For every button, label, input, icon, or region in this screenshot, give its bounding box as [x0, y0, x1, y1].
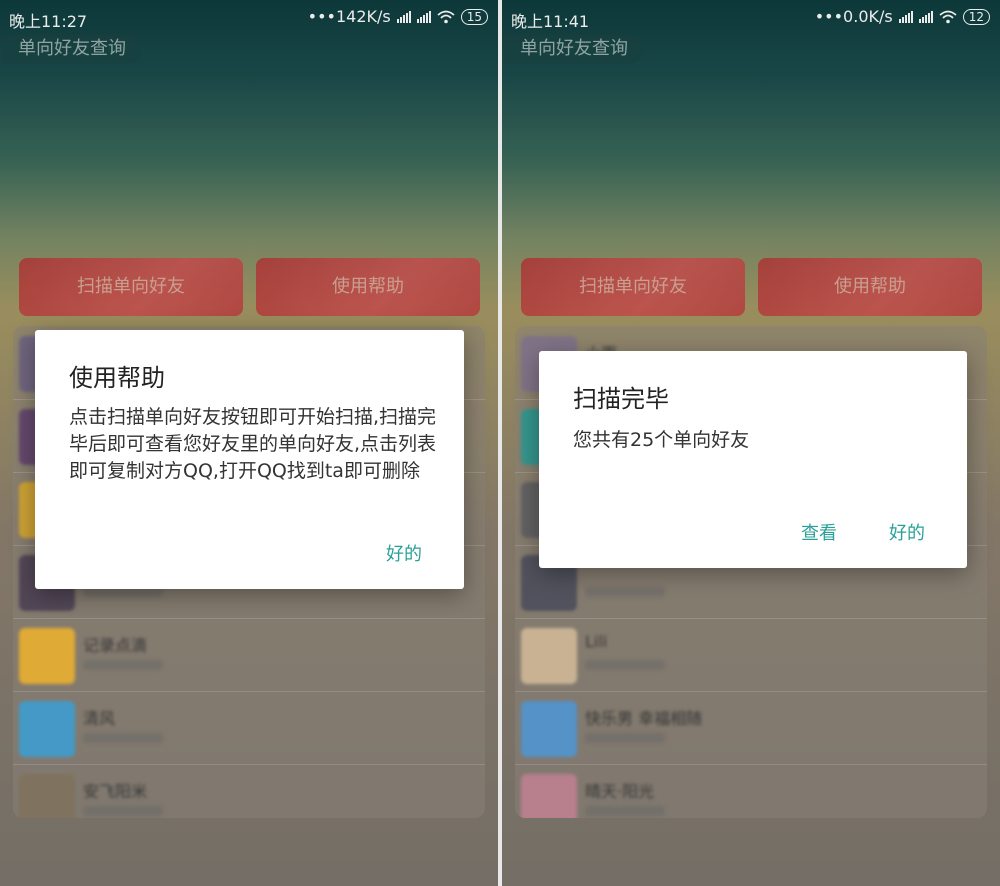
- dialog-title: 使用帮助: [69, 364, 165, 392]
- right-screen: 晚上11:41 •••0.0K/s 12 单向好友查询 扫描单向好友 使用帮助 …: [502, 0, 1000, 886]
- dialog-title: 扫描完毕: [573, 385, 669, 413]
- ok-button[interactable]: 好的: [889, 519, 925, 545]
- ok-button[interactable]: 好的: [386, 540, 422, 566]
- dialog-body: 点击扫描单向好友按钮即可开始扫描,扫描完毕后即可查看您好友里的单向好友,点击列表…: [69, 406, 437, 482]
- help-dialog: 使用帮助 点击扫描单向好友按钮即可开始扫描,扫描完毕后即可查看您好友里的单向好友…: [35, 330, 464, 589]
- view-button[interactable]: 查看: [801, 519, 837, 545]
- left-screen: 晚上11:27 •••142K/s 15 单向好友查询 扫描单向好友 使用帮助 …: [0, 0, 498, 886]
- scan-complete-dialog: 扫描完毕 您共有25个单向好友 查看 好的: [539, 351, 967, 568]
- dialog-body: 您共有25个单向好友: [573, 429, 750, 451]
